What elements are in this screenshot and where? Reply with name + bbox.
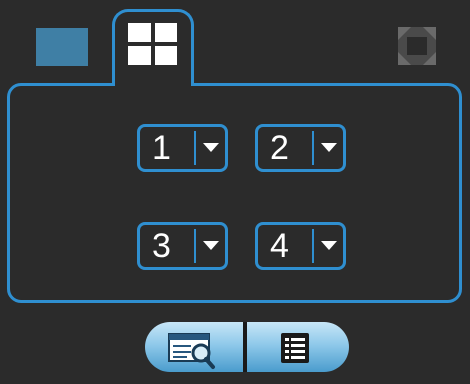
channel-select-2[interactable]: 2 [255, 124, 346, 172]
tab-quad-view[interactable] [112, 9, 194, 86]
channel-select-1[interactable]: 1 [137, 124, 228, 172]
channel-panel [7, 83, 462, 303]
chevron-down-icon[interactable] [196, 143, 225, 153]
bottom-action-bar [145, 322, 349, 372]
channel-select-4[interactable]: 4 [255, 222, 346, 270]
chevron-down-icon[interactable] [196, 241, 225, 251]
list-button[interactable] [247, 322, 349, 372]
chevron-down-icon[interactable] [314, 241, 343, 251]
chevron-down-icon[interactable] [314, 143, 343, 153]
fullscreen-icon[interactable] [398, 27, 436, 65]
channel-label: 2 [270, 129, 289, 167]
search-playback-icon [168, 333, 215, 369]
tab-single-view[interactable] [36, 28, 88, 66]
channel-label: 1 [152, 129, 171, 167]
list-icon [281, 333, 309, 363]
channel-select-3[interactable]: 3 [137, 222, 228, 270]
quad-grid-icon [128, 23, 177, 65]
channel-label: 3 [152, 227, 171, 265]
search-playback-button[interactable] [145, 322, 243, 372]
channel-label: 4 [270, 227, 289, 265]
